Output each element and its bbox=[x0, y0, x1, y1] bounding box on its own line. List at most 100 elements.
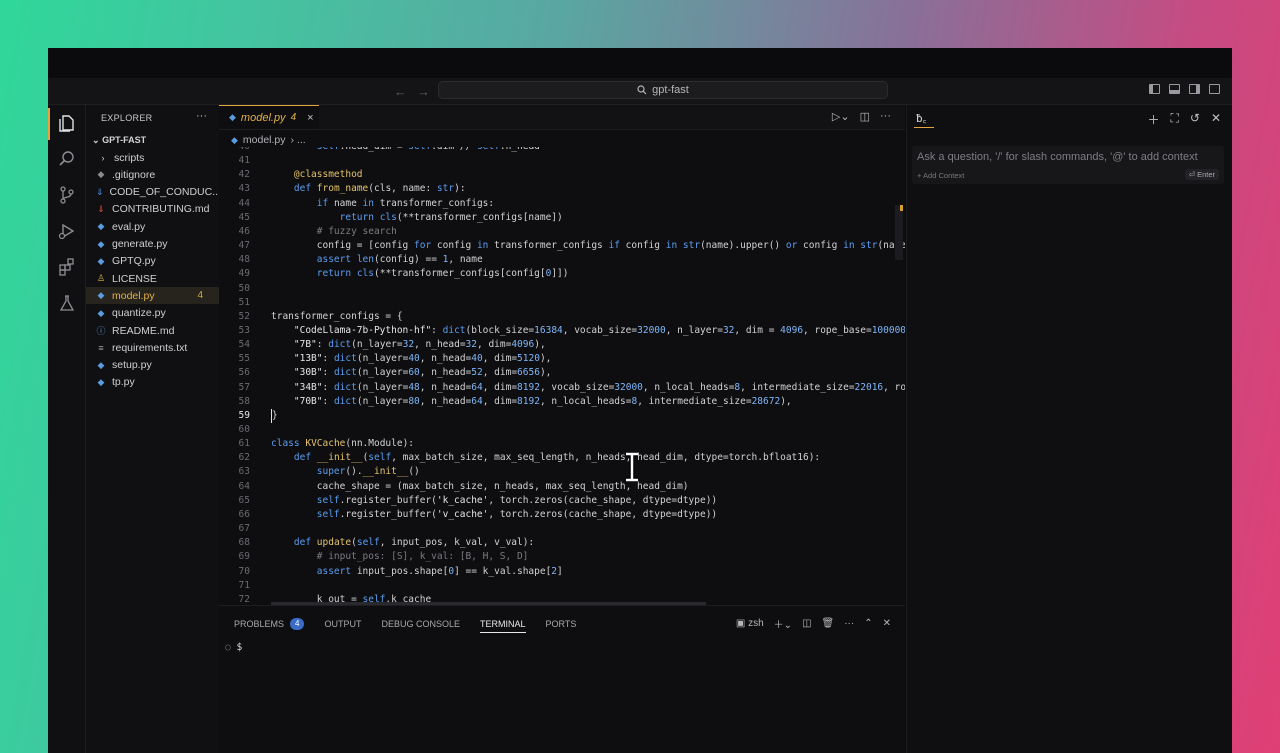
fullscreen-icon[interactable]: ⛶ bbox=[1170, 111, 1178, 128]
run-python-file-icon[interactable]: ▷⌄ bbox=[832, 110, 850, 123]
code-line[interactable]: 53 "CodeLlama-7b-Python-hf": dict(block_… bbox=[219, 324, 905, 338]
code-line[interactable]: 68 def update(self, input_pos, k_val, v_… bbox=[219, 536, 905, 550]
code-line[interactable]: 66 self.register_buffer('v_cache', torch… bbox=[219, 508, 905, 522]
breadcrumb-file[interactable]: model.py bbox=[243, 134, 286, 146]
code-line[interactable]: 42 @classmethod bbox=[219, 168, 905, 182]
code-text: assert input_pos.shape[0] == k_val.shape… bbox=[316, 565, 563, 577]
tab-problems[interactable]: PROBLEMS 4 bbox=[234, 616, 305, 632]
python-icon: ◆ bbox=[97, 307, 105, 318]
split-terminal-icon[interactable]: ◫ bbox=[802, 618, 811, 629]
file-tree-item[interactable]: › scripts bbox=[86, 149, 219, 166]
customize-layout-icon[interactable] bbox=[1209, 84, 1220, 94]
code-line[interactable]: 47 config = [config for config in transf… bbox=[219, 239, 905, 253]
source-control-icon[interactable] bbox=[57, 185, 77, 205]
terminal-shell-indicator[interactable]: ▣ zsh bbox=[736, 618, 764, 629]
chat-input-box[interactable]: Ask a question, '/' for slash commands, … bbox=[912, 146, 1224, 184]
code-line[interactable]: 50 bbox=[219, 282, 905, 296]
code-line[interactable]: 61 class KVCache(nn.Module): bbox=[219, 437, 905, 451]
file-tree-item[interactable]: ◆ setup.py bbox=[86, 357, 219, 374]
file-tree-item[interactable]: ≡ requirements.txt bbox=[86, 339, 219, 356]
code-line[interactable]: 59} bbox=[219, 408, 905, 423]
run-debug-icon[interactable] bbox=[57, 221, 77, 241]
code-line[interactable]: 67 bbox=[219, 522, 905, 536]
editor-more-button[interactable]: ··· bbox=[880, 110, 891, 123]
overview-ruler-marker bbox=[900, 205, 903, 211]
tab-model-py[interactable]: ◆ model.py 4 × bbox=[219, 105, 319, 129]
terminal-output[interactable]: ○ $ bbox=[225, 642, 242, 653]
layout-controls bbox=[1149, 84, 1220, 94]
explorer-more-button[interactable]: ··· bbox=[196, 110, 207, 122]
code-line[interactable]: 64 cache_shape = (max_batch_size, n_head… bbox=[219, 480, 905, 494]
file-tree-item[interactable]: ⇓ CODE_OF_CONDUC... bbox=[86, 184, 221, 201]
new-chat-icon[interactable]: ＋ bbox=[1147, 111, 1159, 128]
code-line[interactable]: 69 # input_pos: [S], k_val: [B, H, S, D] bbox=[219, 550, 905, 564]
tab-close-button[interactable]: × bbox=[307, 112, 313, 124]
tab-debug-console[interactable]: DEBUG CONSOLE bbox=[381, 616, 460, 632]
line-number: 56 bbox=[238, 367, 250, 379]
tab-output[interactable]: OUTPUT bbox=[324, 616, 361, 632]
code-line[interactable]: 43 def from_name(cls, name: str): bbox=[219, 182, 905, 196]
line-number: 54 bbox=[238, 339, 250, 351]
toggle-panel-icon[interactable] bbox=[1169, 84, 1180, 94]
code-line[interactable]: 54 "7B": dict(n_layer=32, n_head=32, dim… bbox=[219, 338, 905, 352]
file-tree-item[interactable]: ◆ eval.py bbox=[86, 218, 219, 235]
nav-back-button[interactable]: ← bbox=[394, 84, 417, 99]
file-tree-item[interactable]: ◆ .gitignore bbox=[86, 166, 219, 183]
code-line[interactable]: 46 # fuzzy search bbox=[219, 225, 905, 239]
code-line[interactable]: 52 transformer_configs = { bbox=[219, 310, 905, 324]
split-editor-icon[interactable]: ◫ bbox=[860, 110, 870, 123]
history-icon[interactable]: ↺ bbox=[1190, 111, 1200, 128]
toggle-secondary-sidebar-icon[interactable] bbox=[1189, 84, 1200, 94]
close-icon[interactable]: ✕ bbox=[1211, 111, 1221, 128]
tab-terminal[interactable]: TERMINAL bbox=[480, 616, 526, 633]
line-number: 68 bbox=[238, 537, 250, 549]
add-context-button[interactable]: + Add Context bbox=[917, 171, 964, 180]
close-panel-icon[interactable]: ✕ bbox=[883, 618, 891, 629]
code-line[interactable]: 62 def __init__(self, max_batch_size, ma… bbox=[219, 451, 905, 465]
code-line[interactable]: 60 bbox=[219, 423, 905, 437]
extensions-icon[interactable] bbox=[57, 257, 77, 277]
code-line[interactable]: 57 "34B": dict(n_layer=48, n_head=64, di… bbox=[219, 381, 905, 395]
file-tree-item[interactable]: ◆ model.py 4 bbox=[86, 287, 219, 305]
code-line[interactable]: 44 if name in transformer_configs: bbox=[219, 197, 905, 211]
code-line[interactable]: 45 return cls(**transformer_configs[name… bbox=[219, 211, 905, 225]
code-line[interactable]: 55 "13B": dict(n_layer=40, n_head=40, di… bbox=[219, 352, 905, 366]
tab-ports[interactable]: PORTS bbox=[546, 616, 577, 632]
file-tree-item[interactable]: ◆ quantize.py bbox=[86, 305, 219, 322]
toggle-primary-sidebar-icon[interactable] bbox=[1149, 84, 1160, 94]
chat-logo-icon[interactable]: ƀ꜀ bbox=[916, 111, 926, 126]
code-line[interactable]: 70 assert input_pos.shape[0] == k_val.sh… bbox=[219, 565, 905, 579]
file-tree-item[interactable]: ◆ generate.py bbox=[86, 236, 219, 253]
search-icon[interactable] bbox=[57, 149, 77, 169]
file-tree-item[interactable]: ⓘ README.md bbox=[86, 322, 219, 339]
testing-flask-icon[interactable] bbox=[57, 293, 77, 313]
file-tree-item[interactable]: ⇓ CONTRIBUTING.md bbox=[86, 201, 219, 218]
explorer-files-icon[interactable] bbox=[57, 113, 77, 133]
vertical-scrollbar[interactable] bbox=[895, 205, 903, 260]
code-line[interactable]: 63 super().__init__() bbox=[219, 465, 905, 479]
panel-more-button[interactable]: ··· bbox=[844, 618, 854, 629]
code-line[interactable]: 51 bbox=[219, 296, 905, 310]
line-number: 47 bbox=[238, 240, 250, 252]
code-line[interactable]: 40 self.head_dim = self.dim // self.n_he… bbox=[219, 147, 905, 154]
maximize-panel-icon[interactable]: ⌃ bbox=[864, 618, 872, 629]
code-line[interactable]: 65 self.register_buffer('k_cache', torch… bbox=[219, 494, 905, 508]
file-tree-item[interactable]: ◆ tp.py bbox=[86, 374, 219, 391]
breadcrumb-more[interactable]: › ... bbox=[291, 134, 306, 146]
code-line[interactable]: 41 bbox=[219, 154, 905, 168]
code-line[interactable]: 48 assert len(config) == 1, name bbox=[219, 253, 905, 267]
code-line[interactable]: 49 return cls(**transformer_configs[conf… bbox=[219, 267, 905, 281]
code-line[interactable]: 58 "70B": dict(n_layer=80, n_head=64, di… bbox=[219, 395, 905, 409]
code-line[interactable]: 71 bbox=[219, 579, 905, 593]
workspace-root[interactable]: ⌄ GPT-FAST bbox=[92, 135, 146, 146]
file-tree-item[interactable]: ♙ LICENSE bbox=[86, 270, 219, 287]
enter-button[interactable]: ⏎ Enter bbox=[1184, 169, 1219, 180]
new-terminal-icon[interactable]: ＋⌄ bbox=[774, 616, 792, 631]
trash-icon[interactable]: 🗑 bbox=[822, 618, 835, 629]
code-line[interactable]: 56 "30B": dict(n_layer=60, n_head=52, di… bbox=[219, 366, 905, 380]
file-tree-item[interactable]: ◆ GPTQ.py bbox=[86, 253, 219, 270]
nav-forward-button[interactable]: → bbox=[417, 84, 440, 99]
command-center-search[interactable]: gpt-fast bbox=[438, 81, 888, 99]
code-text: "30B": dict(n_layer=60, n_head=52, dim=6… bbox=[293, 367, 552, 379]
code-editor[interactable]: 72 k_out = self.k_cache 71 70 assert input… bbox=[219, 147, 905, 605]
